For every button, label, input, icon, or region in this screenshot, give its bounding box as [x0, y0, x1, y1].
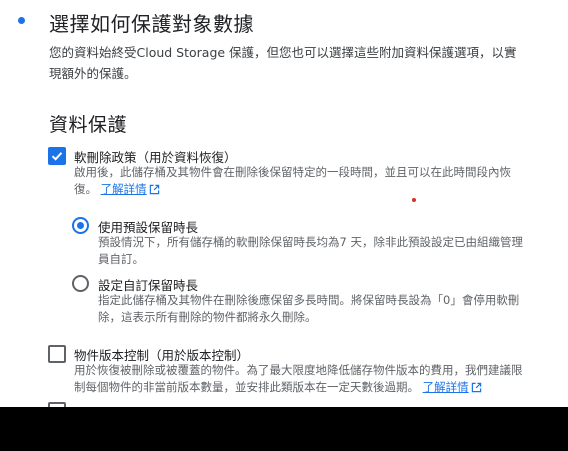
step-title: 選擇如何保護對象數據: [49, 12, 254, 36]
content-panel: 選擇如何保護對象數據 您的資料始終受Cloud Storage 保護，但您也可以…: [0, 0, 568, 407]
default-retention-description: 預設情況下，所有儲存桶的軟刪除保留時長均為7 天，除非此預設設定已由組織管理員自…: [98, 235, 523, 266]
checkmark-icon: [51, 152, 63, 161]
custom-retention-description: 指定此儲存桶及其物件在刪除後應保留多長時間。將保留時長設為「0」會停用軟刪除，這…: [98, 293, 520, 324]
versioning-checkbox[interactable]: [48, 345, 66, 363]
external-link-icon: [149, 184, 159, 195]
next-option-checkbox[interactable]: [48, 402, 66, 407]
cursor-marker: [412, 198, 416, 202]
versioning-learn-more-text[interactable]: 了解詳情: [423, 380, 469, 394]
step-description: 您的資料始終受Cloud Storage 保護，但您也可以選擇這些附加資料保護選…: [49, 45, 517, 81]
soft-delete-checkbox[interactable]: [48, 147, 66, 165]
versioning-description: 用於恢復被刪除或被覆蓋的物件。為了最大限度地降低儲存物件版本的費用，我們建議限制…: [74, 362, 526, 396]
soft-delete-learn-more-text[interactable]: 了解詳情: [101, 182, 147, 196]
custom-retention-radio[interactable]: [72, 275, 89, 292]
section-title-data-protection: 資料保護: [49, 114, 128, 136]
radio-selected-dot: [77, 222, 84, 229]
step-indicator-dot: [18, 17, 25, 24]
default-retention-radio[interactable]: [72, 217, 89, 234]
versioning-learn-more-link[interactable]: 了解詳情: [423, 380, 482, 394]
soft-delete-learn-more-link[interactable]: 了解詳情: [101, 182, 160, 196]
soft-delete-description: 啟用後，此儲存桶及其物件會在刪除後保留特定的一段時間，並且可以在此時間段內恢復。…: [74, 164, 524, 198]
external-link-icon: [471, 382, 481, 393]
